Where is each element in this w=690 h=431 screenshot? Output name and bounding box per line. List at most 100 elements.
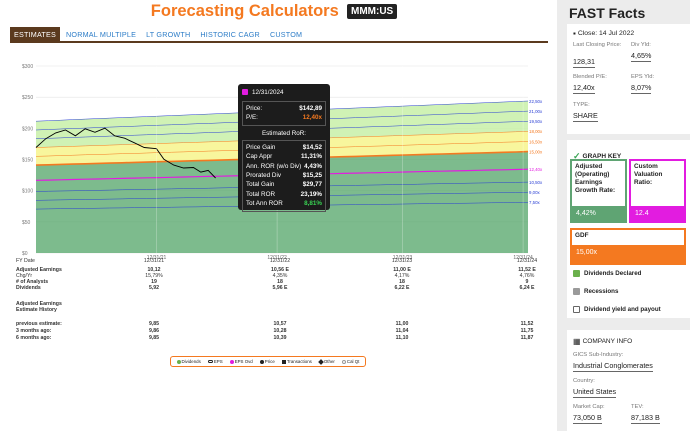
- tooltip-row-value: $14,52: [302, 143, 322, 151]
- close-date: ▪ Close: 14 Jul 2022: [573, 29, 634, 38]
- checkbox-icon: [573, 270, 580, 277]
- dividends-declared-toggle[interactable]: Dividends Declared: [573, 270, 641, 277]
- div-yld-label: Div Yld:: [631, 42, 651, 48]
- legend-item-other[interactable]: Other: [318, 358, 335, 365]
- page-title: Forecasting Calculators: [150, 2, 339, 20]
- legend-item-transactions[interactable]: Transactions: [281, 359, 312, 364]
- table-cell: 10,57: [273, 321, 287, 327]
- legend-label: EPS Ovd: [234, 359, 253, 364]
- market-cap-value: 73,050 B: [573, 413, 602, 424]
- table-cell: 12/31/23: [391, 258, 413, 264]
- building-icon: ▦: [573, 337, 581, 346]
- legend-item-price[interactable]: Price: [259, 359, 275, 364]
- div-yld-value: 4,65%: [631, 51, 652, 62]
- legend-label: Price: [264, 359, 275, 364]
- tooltip-swatch-icon: [242, 89, 248, 95]
- table-row: Estimate History: [16, 307, 546, 314]
- tooltip-row-label: Prorated Div: [246, 172, 281, 180]
- other-icon: [318, 358, 324, 365]
- y-tick-label: $300: [22, 64, 33, 70]
- adjusted-earnings-box[interactable]: Adjusted (Operating) Earnings Growth Rat…: [570, 159, 627, 223]
- transactions-icon: [281, 359, 286, 364]
- checkbox-icon: [573, 288, 580, 295]
- legend-item-dividends[interactable]: Dividends: [176, 359, 201, 364]
- close-card: ▪ Close: 14 Jul 2022 Last Closing Price:…: [567, 24, 690, 134]
- table-cell: 9,86: [148, 328, 160, 334]
- type-label: TYPE:: [573, 102, 590, 108]
- calendar-icon: ▪: [573, 29, 576, 38]
- forecasting-panel: Forecasting Calculators MMM:US ESTIMATES…: [0, 0, 548, 431]
- blended-pe-label: Blended P/E:: [573, 74, 607, 80]
- fast-facts-panel: FAST Facts ▪ Close: 14 Jul 2022 Last Clo…: [557, 0, 690, 431]
- table-cell: 11,87: [520, 335, 534, 341]
- table-cell: 5,92: [148, 285, 160, 291]
- row-label: 6 months ago:: [16, 335, 52, 341]
- custom-valuation-label: Custom Valuation Ratio:: [634, 163, 663, 186]
- y-tick-label: $0: [22, 251, 28, 257]
- y-tick-label: $150: [22, 158, 33, 164]
- country-label: Country:: [573, 378, 595, 384]
- pe-band-label: 7,50x: [529, 200, 541, 205]
- tooltip-row-value: 4,43%: [304, 162, 322, 170]
- table-row: FY Date 12/31/21 12/31/22 12/31/23 12/31/24: [16, 258, 546, 265]
- header: Forecasting Calculators MMM:US: [0, 2, 548, 24]
- custom-valuation-box[interactable]: Custom Valuation Ratio: 12.4: [629, 159, 686, 223]
- close-date-label: Close: 14 Jul 2022: [577, 30, 635, 37]
- table-cell: 6,24 E: [519, 285, 535, 291]
- table-cell: 12/31/22: [269, 258, 291, 264]
- pe-band-label: 16,50x: [529, 139, 543, 144]
- legend-item-eps-ovd[interactable]: EPS Ovd: [229, 359, 253, 364]
- tooltip-row-label: Tot Ann ROR: [246, 200, 283, 208]
- legend-item-cal-qt[interactable]: Cal Qt: [341, 359, 359, 364]
- tab-normal-multiple[interactable]: NORMAL MULTIPLE: [62, 27, 140, 41]
- check-label: Recessions: [584, 288, 619, 295]
- gics-value: Industrial Conglomerates: [573, 361, 653, 372]
- tab-lt-growth[interactable]: LT GROWTH: [142, 27, 194, 41]
- price-icon: [259, 359, 264, 364]
- tooltip-ror-header: Estimated RoR:: [261, 129, 307, 137]
- tab-custom[interactable]: CUSTOM: [266, 27, 306, 41]
- eps-icon: [207, 360, 213, 363]
- table-cell: 11,75: [520, 328, 534, 334]
- last-close-value: 128,31: [573, 57, 595, 68]
- adjusted-earnings-value: 4,42%: [572, 206, 625, 221]
- tev-label: TEV:: [631, 404, 644, 410]
- table-cell: 11,52: [520, 321, 534, 327]
- tab-estimates[interactable]: ESTIMATES: [10, 27, 61, 41]
- legend-label: Transactions: [286, 359, 312, 364]
- table-cell: 9,85: [148, 321, 160, 327]
- tev-value: 87,183 B: [631, 413, 660, 424]
- tab-historic-cagr[interactable]: HISTORIC CAGR: [196, 27, 264, 41]
- legend-item-eps[interactable]: EPS: [207, 359, 223, 364]
- pe-band-label: 22,50x: [529, 99, 543, 104]
- tooltip-pe: 12,40x: [302, 114, 322, 122]
- cal-qt-icon: [341, 359, 346, 364]
- type-value: SHARE: [573, 111, 598, 122]
- pe-band-label: 15,00x: [529, 149, 543, 154]
- tooltip-row-label: Cap Appr: [246, 153, 273, 161]
- recessions-toggle[interactable]: Recessions: [573, 288, 618, 295]
- row-label: Dividends: [16, 285, 41, 291]
- table-cell: 10,39: [273, 335, 287, 341]
- table-cell: 9,85: [148, 335, 160, 341]
- tooltip-ror-box: Price Gain $14,52 Cap Appr 11,31% Ann. ROR…: [242, 139, 326, 212]
- table-cell: 12/31/24: [516, 258, 538, 264]
- tooltip-row-value: 23,19%: [300, 190, 322, 198]
- pe-band-label: 12,40x: [529, 167, 543, 172]
- pe-band-label: 21,00x: [529, 109, 543, 114]
- table-cell: 11,00: [395, 321, 409, 327]
- table-cell: 11,10: [395, 335, 409, 341]
- pe-band-label: 10,50x: [529, 180, 543, 185]
- row-label: Estimate History: [16, 307, 57, 313]
- tooltip-row-value: $29,77: [302, 181, 322, 189]
- blended-pe-value: 12,40x: [573, 83, 595, 94]
- gdf-box[interactable]: GDF 15,00x: [570, 228, 686, 265]
- company-info-card: ▦ COMPANY INFO GICS Sub-Industry: Indust…: [567, 330, 690, 431]
- company-info-title: COMPANY INFO: [582, 338, 633, 345]
- dividend-yield-toggle[interactable]: Dividend yield and payout: [573, 306, 661, 313]
- tooltip-row-value: 11,31%: [300, 153, 322, 161]
- last-close-label: Last Closing Price:: [573, 42, 622, 48]
- dividends-icon: [176, 359, 181, 364]
- table-cell: 5,96 E: [272, 285, 288, 291]
- table-row: previous estimate: 9,85 10,57 11,00 11,52: [16, 321, 546, 328]
